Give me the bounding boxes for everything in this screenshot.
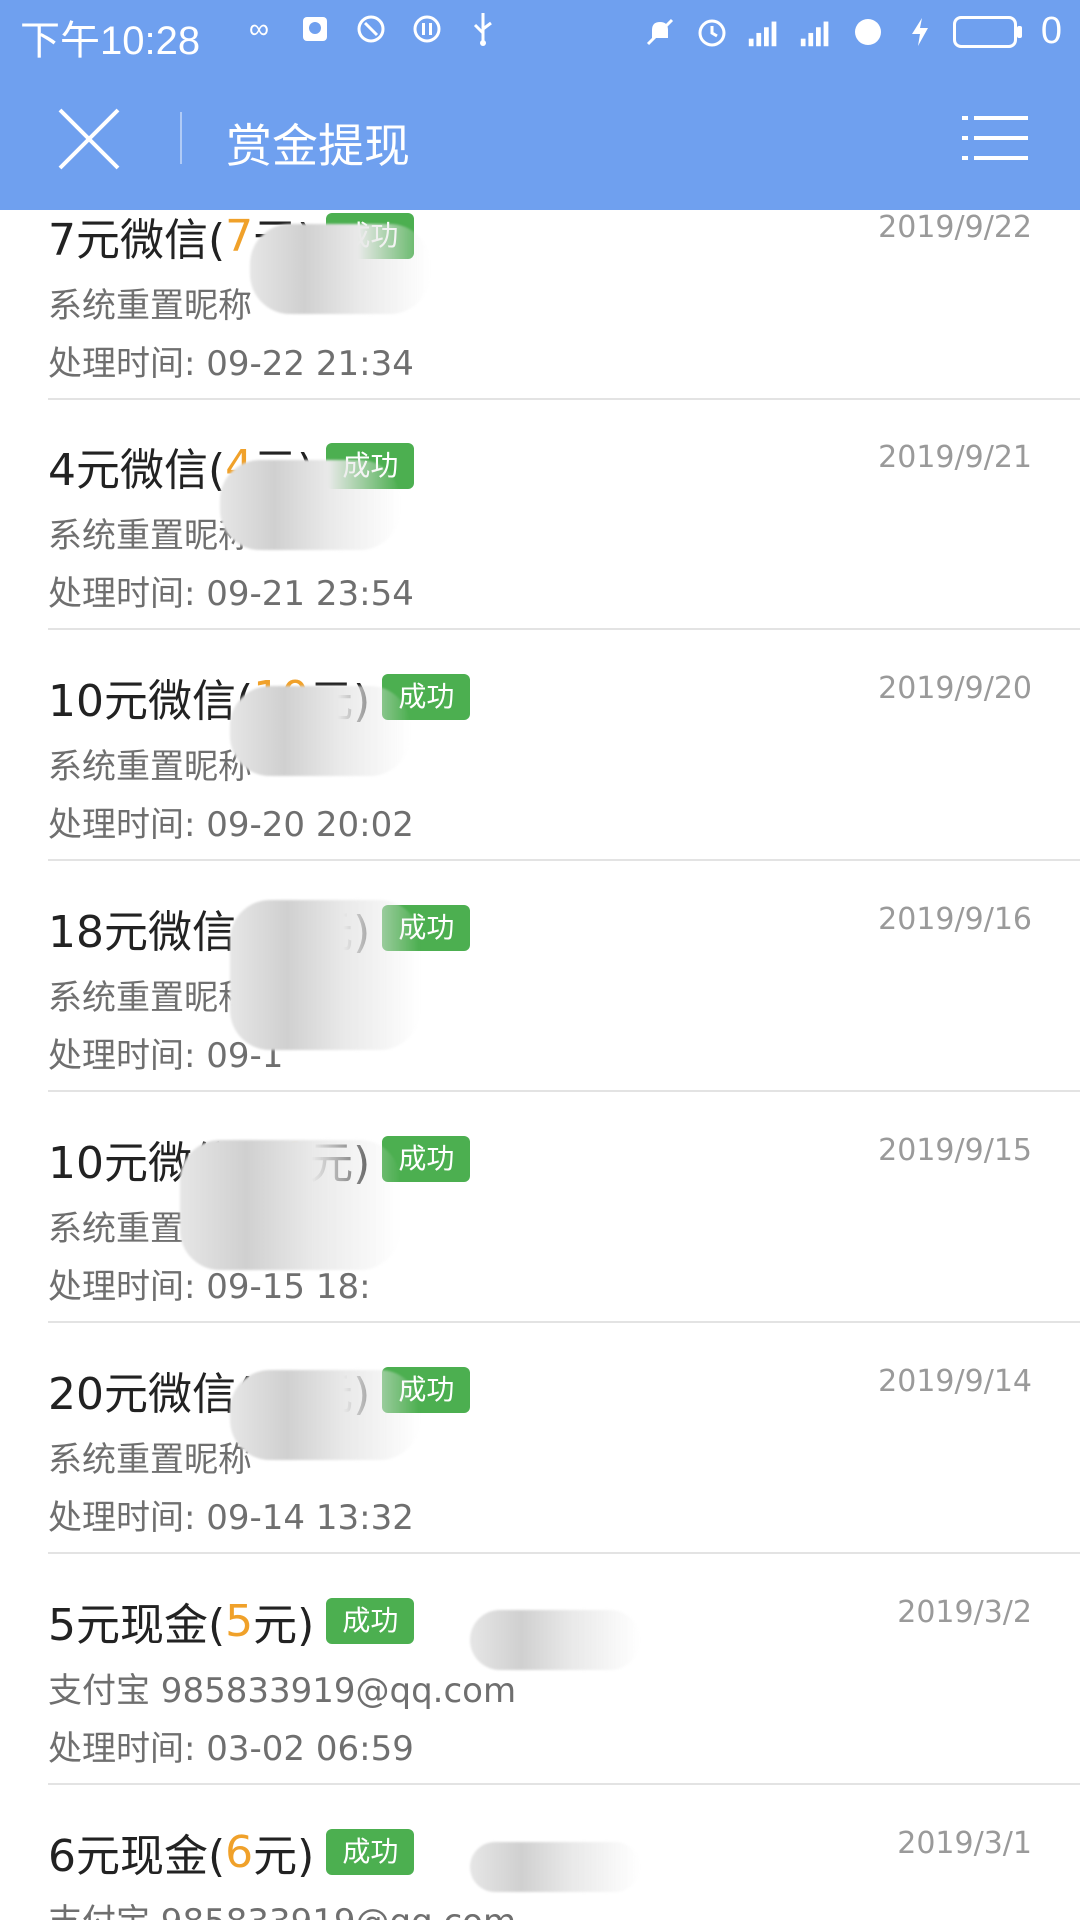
- record-title-suffix: 元): [253, 1831, 315, 1882]
- record-processed-time: 处理时间: 03-02 06:59: [48, 1729, 414, 1769]
- mute-icon: [641, 13, 679, 51]
- record-account: 系统重置昵称: [48, 286, 252, 326]
- close-icon: [58, 108, 120, 170]
- record-title-prefix: 10元微信(: [48, 676, 254, 727]
- redacted-blur: [180, 1140, 400, 1270]
- record-date: 2019/3/2: [897, 1595, 1032, 1630]
- record-amount: 6: [225, 1826, 254, 1878]
- record-title-prefix: 20元微信(: [48, 1369, 254, 1420]
- pause-icon: [408, 10, 446, 48]
- record-date: 2019/9/15: [878, 1133, 1032, 1168]
- record-account: 系统重置昵称: [48, 1440, 252, 1480]
- record-title-prefix: 5元现金(: [48, 1600, 226, 1651]
- record-amount: 5: [225, 1595, 254, 1647]
- list-item[interactable]: 10元微信(10元) 成功 2019/9/20 系统重置昵称 处理时间: 09-…: [48, 629, 1080, 861]
- record-title-prefix: 6元现金(: [48, 1831, 226, 1882]
- record-title-prefix: 7元微信(: [48, 215, 226, 266]
- record-date: 2019/9/20: [878, 671, 1032, 706]
- record-amount: 7: [225, 210, 254, 262]
- list-item[interactable]: 7元微信(7元) 成功 2019/9/22 系统重置昵称 处理时间: 09-22…: [48, 210, 1080, 400]
- app-header: 赏金提现: [0, 66, 1080, 210]
- menu-button[interactable]: [962, 114, 1028, 162]
- status-icons-right: 0: [641, 10, 1062, 53]
- redacted-blur: [470, 1842, 640, 1892]
- record-date: 2019/3/1: [897, 1826, 1032, 1861]
- record-processed-time: 处理时间: 09-20 20:02: [48, 805, 414, 845]
- withdrawal-list[interactable]: 7元微信(7 元) 成功 2019/9/22 系统重置昵称 处理时间: 09-22…: [0, 210, 1080, 1920]
- signal-4g-icon: [745, 13, 783, 51]
- list-item[interactable]: 18元微信(18元) 成功 2019/9/16 系统重置昵称 处理时间: 09-…: [48, 860, 1080, 1092]
- hd-icon: [849, 13, 887, 51]
- record-title: 6元现金(6 元) 成功: [48, 1820, 415, 1884]
- record-account: 系统重置昵称: [48, 747, 252, 787]
- list-item[interactable]: 20元微信(20元) 成功 2019/9/14 系统重置昵称 处理时间: 09-…: [48, 1322, 1080, 1554]
- record-date: 2019/9/16: [878, 902, 1032, 937]
- usb-icon: [464, 10, 502, 48]
- record-account: 支付宝 985833919@qq.com: [48, 1671, 517, 1711]
- blocked-icon: [352, 10, 390, 48]
- redacted-blur: [250, 224, 430, 314]
- signal-icon: [797, 13, 835, 51]
- redacted-blur: [230, 1370, 420, 1460]
- record-processed-time: 处理时间: 09-22 21:34: [48, 344, 414, 384]
- status-badge: 成功: [326, 1829, 415, 1875]
- notification-app-icon: [296, 10, 334, 48]
- record-processed-time: 处理时间: 09-21 23:54: [48, 574, 414, 614]
- record-date: 2019/9/14: [878, 1364, 1032, 1399]
- status-time: 下午10:28: [20, 19, 201, 63]
- record-title-suffix: 元): [253, 1600, 315, 1651]
- record-title-prefix: 4元微信(: [48, 445, 226, 496]
- status-badge: 成功: [326, 1598, 415, 1644]
- record-account: 系统重置昵称: [48, 978, 252, 1018]
- header-divider: [180, 112, 182, 164]
- charging-icon: [901, 13, 939, 51]
- alarm-icon: [693, 13, 731, 51]
- battery-icon: [952, 15, 1022, 48]
- battery-level: 0: [1040, 10, 1062, 52]
- record-date: 2019/9/21: [878, 440, 1032, 475]
- status-bar: 下午10:28 ∞ 0: [0, 0, 1080, 66]
- list-item[interactable]: 4元微信(4元) 成功 2019/9/21 系统重置昵称 处理时间: 09-21…: [48, 398, 1080, 630]
- status-icons-left: ∞: [240, 10, 502, 48]
- close-button[interactable]: [54, 104, 124, 174]
- record-title-prefix: 18元微信(: [48, 907, 254, 958]
- record-date: 2019/9/22: [878, 210, 1032, 245]
- infinity-icon: ∞: [249, 13, 269, 44]
- record-title: 5元现金(5 元) 成功: [48, 1589, 415, 1653]
- page-title: 赏金提现: [226, 119, 410, 173]
- redacted-blur: [230, 900, 420, 1050]
- record-processed-time: 处理时间: 09-14 13:32: [48, 1498, 414, 1538]
- redacted-blur: [220, 460, 400, 550]
- record-account: 支付宝 985833919@qq.com: [48, 1894, 516, 1920]
- list-menu-icon: [962, 116, 1028, 160]
- redacted-blur: [230, 686, 410, 776]
- redacted-blur: [470, 1610, 640, 1670]
